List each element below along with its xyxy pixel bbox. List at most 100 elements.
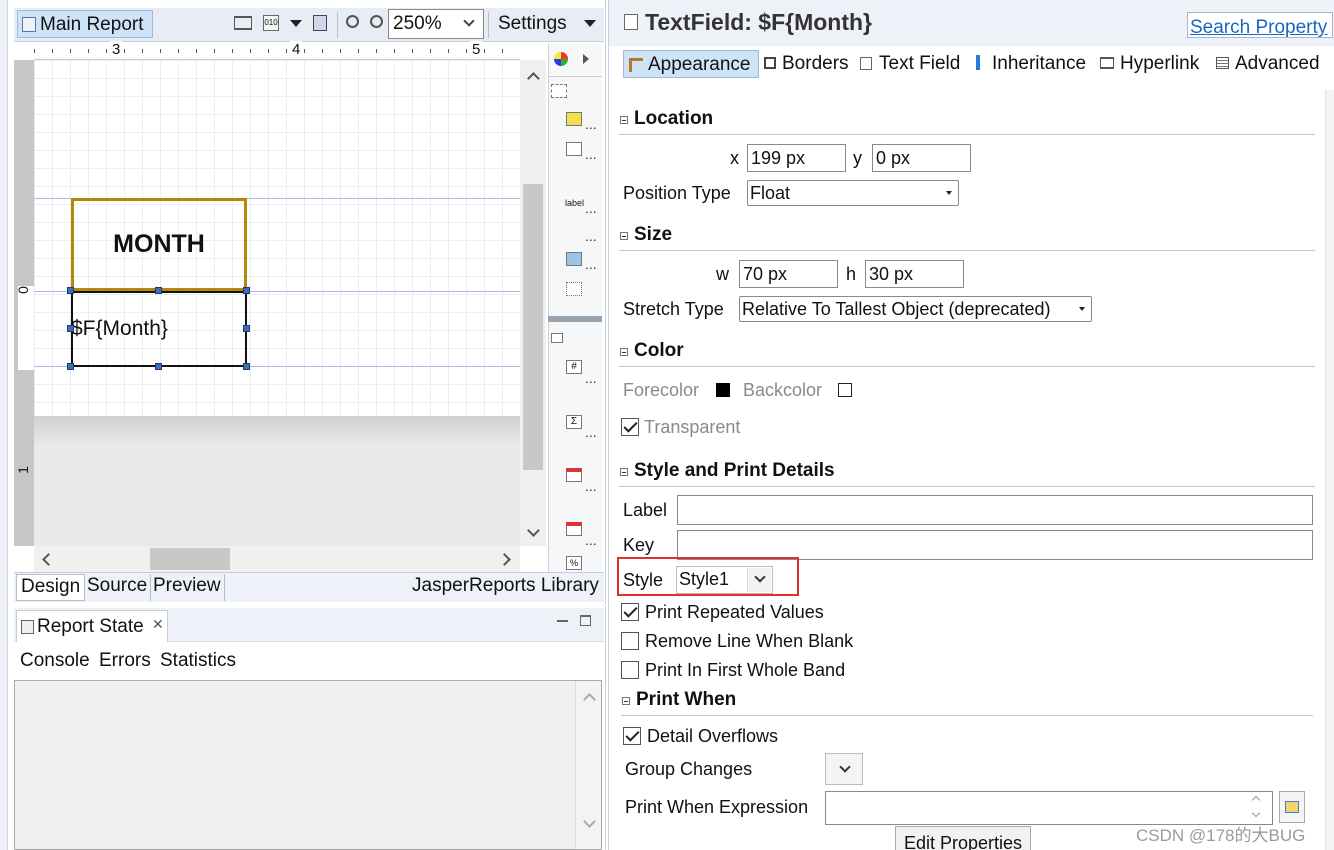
properties-scrollbar[interactable] (1325, 90, 1334, 850)
x-field[interactable]: 199 px (747, 144, 846, 172)
editor-horizontal-scrollbar[interactable] (34, 546, 520, 572)
w-field[interactable]: 70 px (739, 260, 838, 288)
tab-appearance[interactable]: Appearance (623, 50, 759, 78)
palette-expand-icon[interactable] (583, 54, 589, 64)
watermark: CSDN @178的大BUG (1136, 826, 1306, 845)
note-tool-icon[interactable] (566, 112, 582, 126)
console-scrollbar[interactable] (575, 681, 601, 849)
editor-vertical-scrollbar[interactable] (520, 60, 546, 546)
tab-text-field[interactable]: Text Field (879, 53, 960, 75)
scroll-thumb[interactable] (150, 548, 230, 570)
maximize-icon[interactable] (580, 615, 591, 626)
position-type-select[interactable]: Float (747, 180, 959, 206)
scroll-up-icon[interactable] (527, 72, 540, 85)
palette-color-icon[interactable] (554, 52, 568, 66)
collapse-color-icon[interactable] (620, 348, 628, 356)
style-dropdown-button[interactable] (747, 568, 771, 592)
transparent-checkbox[interactable] (621, 418, 639, 436)
tab-console[interactable]: Console (20, 650, 90, 672)
spinner-up-icon[interactable] (1251, 795, 1261, 805)
minimize-icon[interactable] (557, 620, 568, 622)
zoom-in-icon[interactable] (346, 15, 359, 28)
tab-source[interactable]: Source (84, 574, 152, 601)
h-field[interactable]: 30 px (865, 260, 964, 288)
selection-handle[interactable] (155, 287, 162, 294)
selection-handle[interactable] (243, 325, 250, 332)
selection-handle[interactable] (67, 287, 74, 294)
style-combo[interactable]: Style1 (676, 566, 773, 594)
scroll-right-icon[interactable] (498, 553, 511, 566)
forecolor-label: Forecolor (623, 380, 700, 400)
main-report-tab[interactable]: Main Report (17, 10, 153, 38)
month-static-text-label: MONTH (113, 230, 205, 258)
break-tool-icon[interactable] (566, 282, 582, 296)
selection-handle[interactable] (67, 363, 74, 370)
print-repeated-values-checkbox[interactable] (621, 603, 639, 621)
number-field-icon[interactable]: # (566, 360, 582, 374)
tab-advanced[interactable]: Advanced (1235, 53, 1320, 75)
scroll-left-icon[interactable] (42, 553, 55, 566)
scroll-down-icon[interactable] (583, 815, 596, 828)
close-icon[interactable]: ✕ (152, 616, 164, 633)
transparent-label: Transparent (644, 417, 741, 437)
remove-line-when-blank-checkbox[interactable] (621, 632, 639, 650)
search-property-link[interactable]: Search Property (1190, 17, 1327, 37)
collapse-style-print-icon[interactable] (620, 468, 628, 476)
tab-preview[interactable]: Preview (150, 574, 225, 601)
group-changes-combo[interactable] (825, 753, 863, 785)
y-field[interactable]: 0 px (872, 144, 971, 172)
month-static-text[interactable]: MONTH (71, 198, 247, 291)
backcolor-swatch[interactable] (838, 383, 852, 397)
search-property-box[interactable]: Search Property (1187, 12, 1333, 38)
band-layout-icon[interactable] (234, 16, 252, 30)
zoom-combo[interactable]: 250% (388, 9, 484, 39)
stretch-type-select[interactable]: Relative To Tallest Object (deprecated) (739, 296, 1092, 322)
scroll-thumb[interactable] (523, 184, 543, 470)
datasource-icon[interactable]: 010 (263, 15, 279, 31)
settings-dropdown[interactable]: Settings (496, 10, 602, 38)
zoom-out-icon[interactable] (370, 15, 383, 28)
style-label: Style (623, 570, 664, 590)
section-size: Size (634, 224, 673, 245)
label-tool-icon[interactable]: label (565, 198, 584, 208)
tab-borders[interactable]: Borders (782, 53, 849, 75)
rectangle-tool-icon[interactable] (551, 84, 567, 98)
export-icon[interactable] (313, 15, 327, 31)
scroll-up-icon[interactable] (583, 693, 596, 706)
image-tool-icon[interactable] (566, 252, 582, 266)
percentage-field-icon[interactable]: % (566, 556, 582, 570)
label-field[interactable] (677, 495, 1313, 525)
collapse-location-icon[interactable] (620, 116, 628, 124)
edit-properties-button[interactable]: Edit Properties (895, 826, 1031, 850)
collapse-print-when-icon[interactable] (622, 697, 630, 705)
selection-handle[interactable] (243, 363, 250, 370)
tab-statistics[interactable]: Statistics (160, 650, 236, 672)
key-field[interactable] (677, 530, 1313, 560)
time-field-icon[interactable] (566, 522, 582, 536)
selection-handle[interactable] (155, 363, 162, 370)
detail-overflows-checkbox[interactable] (623, 727, 641, 745)
zoom-value: 250% (393, 13, 442, 34)
tab-hyperlink[interactable]: Hyperlink (1120, 53, 1199, 75)
expression-editor-button[interactable] (1279, 791, 1305, 823)
print-first-whole-band-checkbox[interactable] (621, 661, 639, 679)
print-when-expression-field[interactable] (825, 791, 1273, 825)
dropdown-arrow-icon[interactable] (290, 20, 302, 27)
tab-design[interactable]: Design (16, 574, 86, 601)
appearance-icon (629, 58, 643, 72)
scroll-down-icon[interactable] (527, 524, 540, 537)
fields-group-icon[interactable] (551, 333, 563, 343)
report-state-tab[interactable]: Report State ✕ (16, 610, 168, 642)
textfield-tool-icon[interactable] (566, 142, 582, 156)
selection-handle[interactable] (243, 287, 250, 294)
collapse-size-icon[interactable] (620, 232, 628, 240)
sum-field-icon[interactable]: Σ (566, 415, 582, 429)
tab-errors[interactable]: Errors (99, 650, 151, 672)
tab-inheritance[interactable]: Inheritance (992, 53, 1086, 75)
selection-handle[interactable] (67, 325, 74, 332)
spinner-down-icon[interactable] (1251, 808, 1261, 818)
month-text-field[interactable]: $F{Month} (71, 291, 247, 367)
forecolor-swatch[interactable] (716, 383, 730, 397)
console-output-area[interactable] (14, 680, 602, 850)
date-field-icon[interactable] (566, 468, 582, 482)
